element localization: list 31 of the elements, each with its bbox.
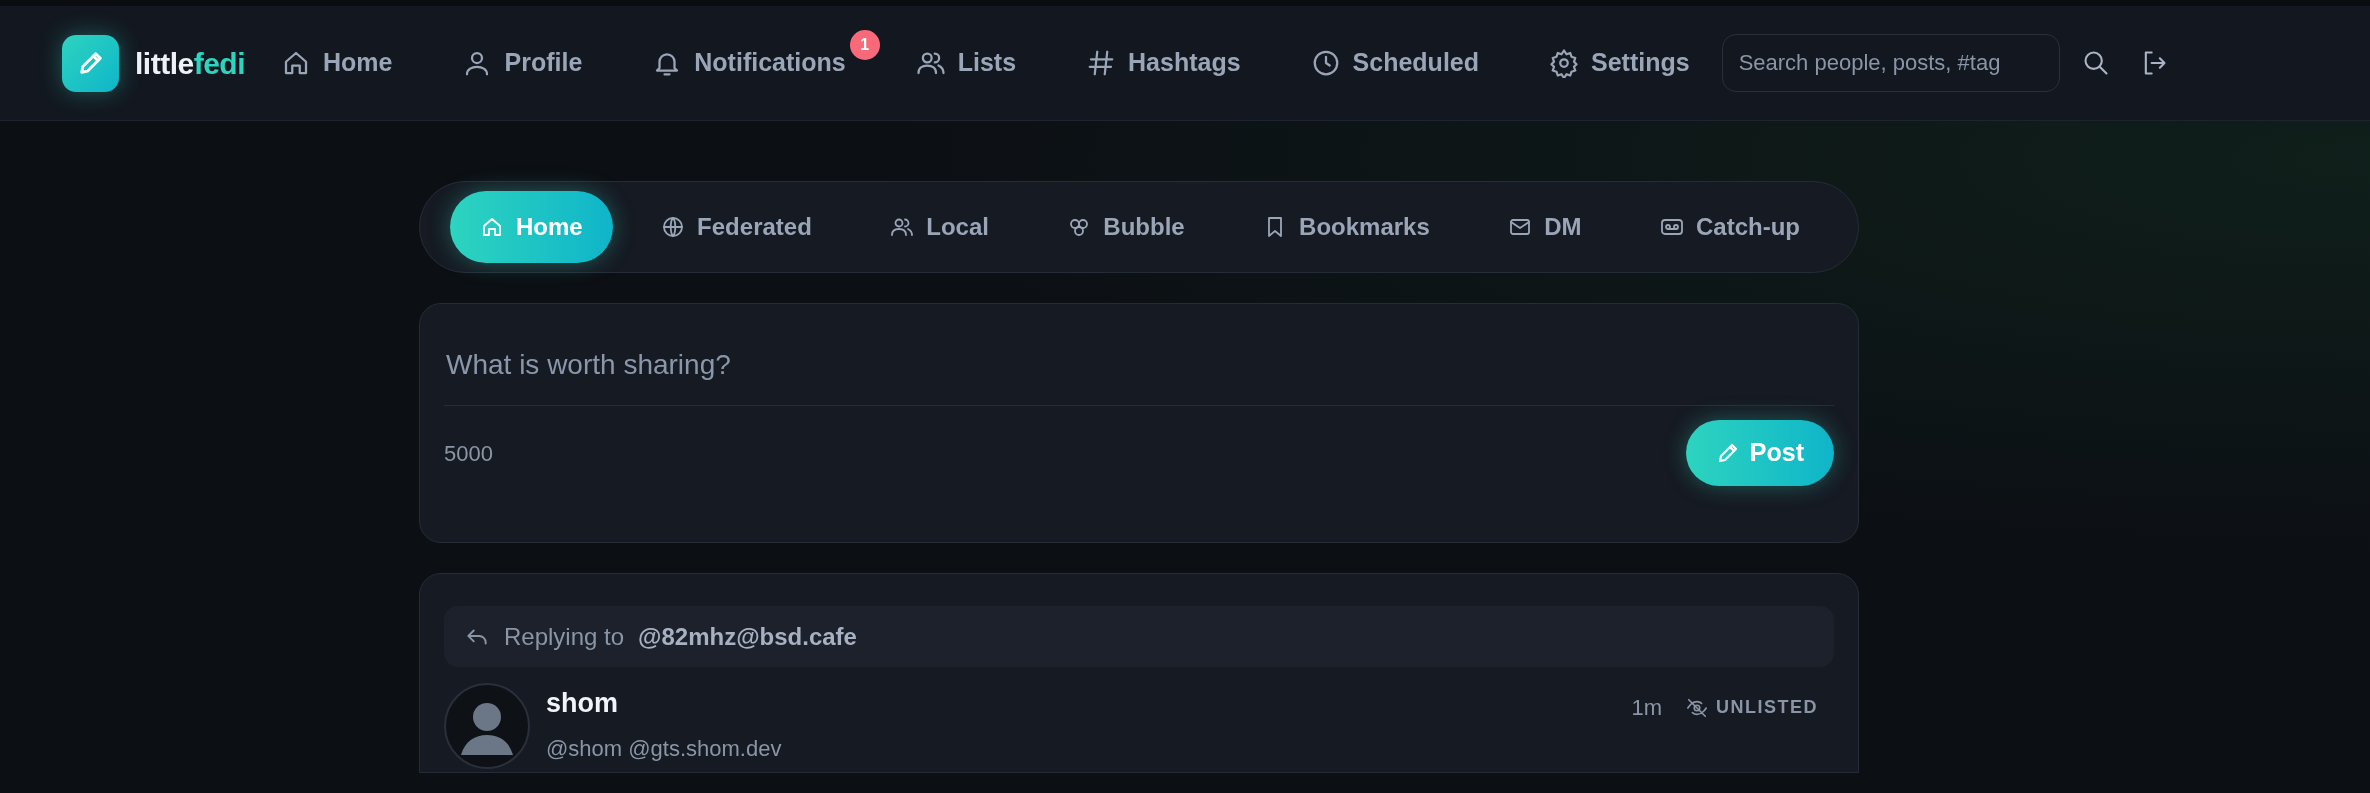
nav-link[interactable]: Lists: [915, 44, 1017, 82]
notification-count: 1: [849, 30, 880, 61]
timeline-tab[interactable]: Local: [860, 191, 1019, 263]
timeline-tab[interactable]: Bookmarks: [1233, 191, 1460, 263]
author-handle: @shom @gts.shom.dev: [546, 734, 783, 763]
post-text-field[interactable]: What is worth sharing?: [444, 324, 1834, 406]
brand-name[interactable]: littlefedi: [135, 40, 245, 86]
character-counter: 5000: [444, 439, 493, 468]
timeline-tab[interactable]: Bubble: [1037, 191, 1215, 263]
visibility-label: UNLISTED: [1716, 696, 1818, 719]
reply-to-link[interactable]: @82mhz@bsd.cafe: [638, 618, 857, 655]
settings-icon: [1549, 48, 1579, 78]
compose-box[interactable]: What is worth sharing? 5000 Post: [419, 303, 1859, 543]
post-time: 1m: [1631, 694, 1662, 722]
nav-link[interactable]: Settings: [1549, 44, 1690, 82]
search-button[interactable]: [2081, 49, 2110, 77]
nav-link[interactable]: Hashtags: [1086, 44, 1241, 82]
avatar[interactable]: [444, 683, 530, 769]
author-name: shom: [546, 687, 619, 720]
search-field[interactable]: Search people, posts, #tag: [1721, 34, 2060, 92]
timeline-tab[interactable]: Catch-up: [1630, 191, 1830, 263]
nav-link[interactable]: Profile: [462, 44, 583, 82]
house-icon: [480, 215, 504, 239]
reply-text: Replying to: [504, 621, 625, 652]
timeline-tab[interactable]: Federated: [631, 191, 842, 263]
nav-link[interactable]: Home: [281, 44, 393, 82]
logo-icon[interactable]: [62, 34, 119, 92]
globe-icon: [661, 215, 686, 239]
timeline-tab[interactable]: DM: [1478, 191, 1612, 263]
eye-slash-icon: [1686, 696, 1708, 719]
nav-link[interactable]: Scheduled: [1310, 44, 1479, 82]
